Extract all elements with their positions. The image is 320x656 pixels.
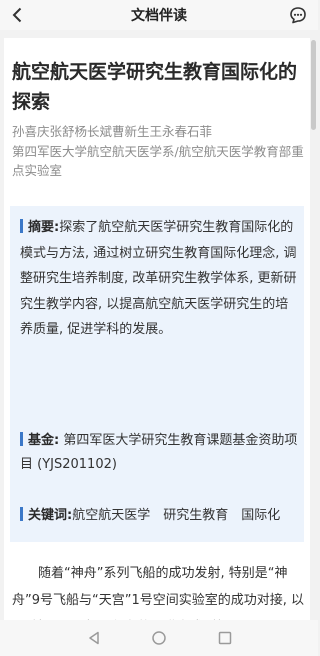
fund-marker [20,432,23,446]
page-title: 文档伴读 [131,8,187,24]
body-paragraph: 随着“神舟”系列飞船的成功发射, 特别是“神舟”9号飞船与“天宫”1号空间实验室… [12,566,305,608]
fund-label: 基金: [28,433,60,448]
article-affiliation: 第四军医大学航空航天医学系/航空航天医学教育部重点实验室 [12,144,304,178]
nav-home-icon[interactable] [151,630,167,646]
article-page[interactable]: 航空航天医学研究生教育国际化的探索 孙喜庆张舒杨长斌曹新生王永春石菲 第四军医大… [4,38,310,620]
abstract-text: 探索了航空航天医学研究生教育国际化的模式与方法, 通过树立研究生教育国际化理念,… [20,220,297,337]
chat-bubble-icon[interactable] [288,5,308,25]
article-authors: 孙喜庆张舒杨长斌曹新生王永春石菲 [12,124,213,139]
abstract-marker [20,219,23,233]
fund-text: 第四军医大学研究生教育课题基金资助项目 (YJS201102) [20,433,298,472]
top-bar: 文档伴读 [0,0,318,30]
abstract-section: 摘要:探索了航空航天医学研究生教育国际化的模式与方法, 通过树立研究生教育国际化… [20,215,298,343]
nav-recent-icon[interactable] [217,630,233,646]
abstract-label: 摘要: [28,220,60,235]
keywords-marker [20,507,23,521]
keywords-label: 关键词: [28,508,73,523]
article-body: 随着“神舟”系列飞船的成功发射, 特别是“神舟”9号飞船与“天宫”1号空间实验室… [12,560,308,620]
fund-section: 基金: 第四军医大学研究生教育课题基金资助项目 (YJS201102) [20,429,298,477]
abstract-box: 摘要:探索了航空航天医学研究生教育国际化的模式与方法, 通过树立研究生教育国际化… [10,206,304,542]
article-title: 航空航天医学研究生教育国际化的探索 [12,61,298,113]
keywords-text: 航空航天医学 研究生教育 国际化 [72,508,281,523]
nav-back-icon[interactable] [86,630,102,646]
system-nav-bar [0,620,318,656]
keywords-section: 关键词:航空航天医学 研究生教育 国际化 [20,503,298,528]
scrollbar[interactable] [311,40,316,130]
